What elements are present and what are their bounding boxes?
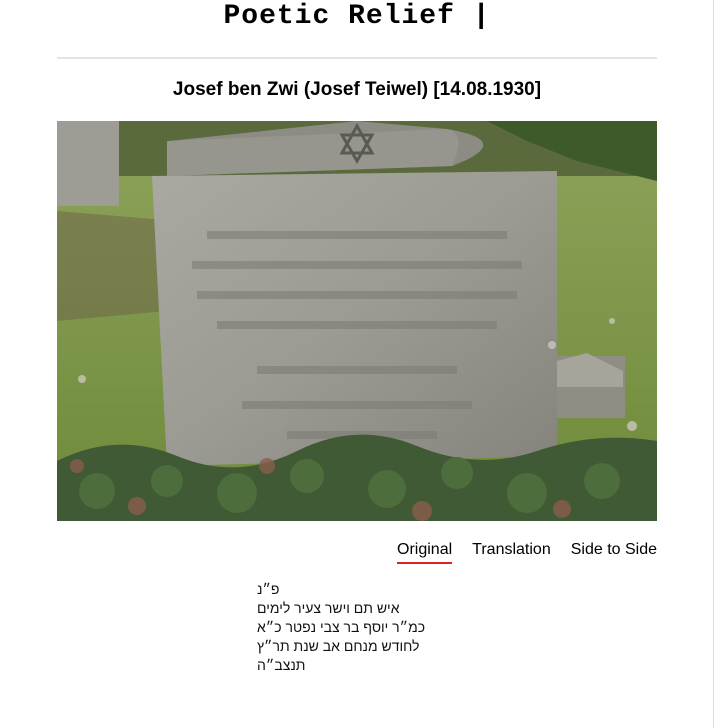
site-title[interactable]: Poetic Relief | [0,0,714,34]
inscription-text: פ״נ איש תם וישר צעיר לימים כמ״ר יוסף בר … [257,580,657,675]
title-divider [57,57,657,59]
inscription-line: לחודש מנחם אב שנת תר״ץ [257,638,420,654]
page-edge-line [713,0,714,728]
view-tabs: Original Translation Side to Side [397,540,657,564]
gravestone-photo [57,121,657,521]
inscription-line: תנצב״ה [257,657,306,673]
gravestone-image [57,121,657,521]
inscription-line: איש תם וישר צעיר לימים [257,600,400,616]
entry-heading: Josef ben Zwi (Josef Teiwel) [14.08.1930… [172,79,542,100]
inscription-line: פ״נ [257,581,280,597]
inscription-line: כמ״ר יוסף בר צבי נפטר כ״א [257,619,426,635]
tab-side-to-side[interactable]: Side to Side [571,540,657,564]
tab-translation[interactable]: Translation [472,540,551,564]
tab-original[interactable]: Original [397,540,453,564]
